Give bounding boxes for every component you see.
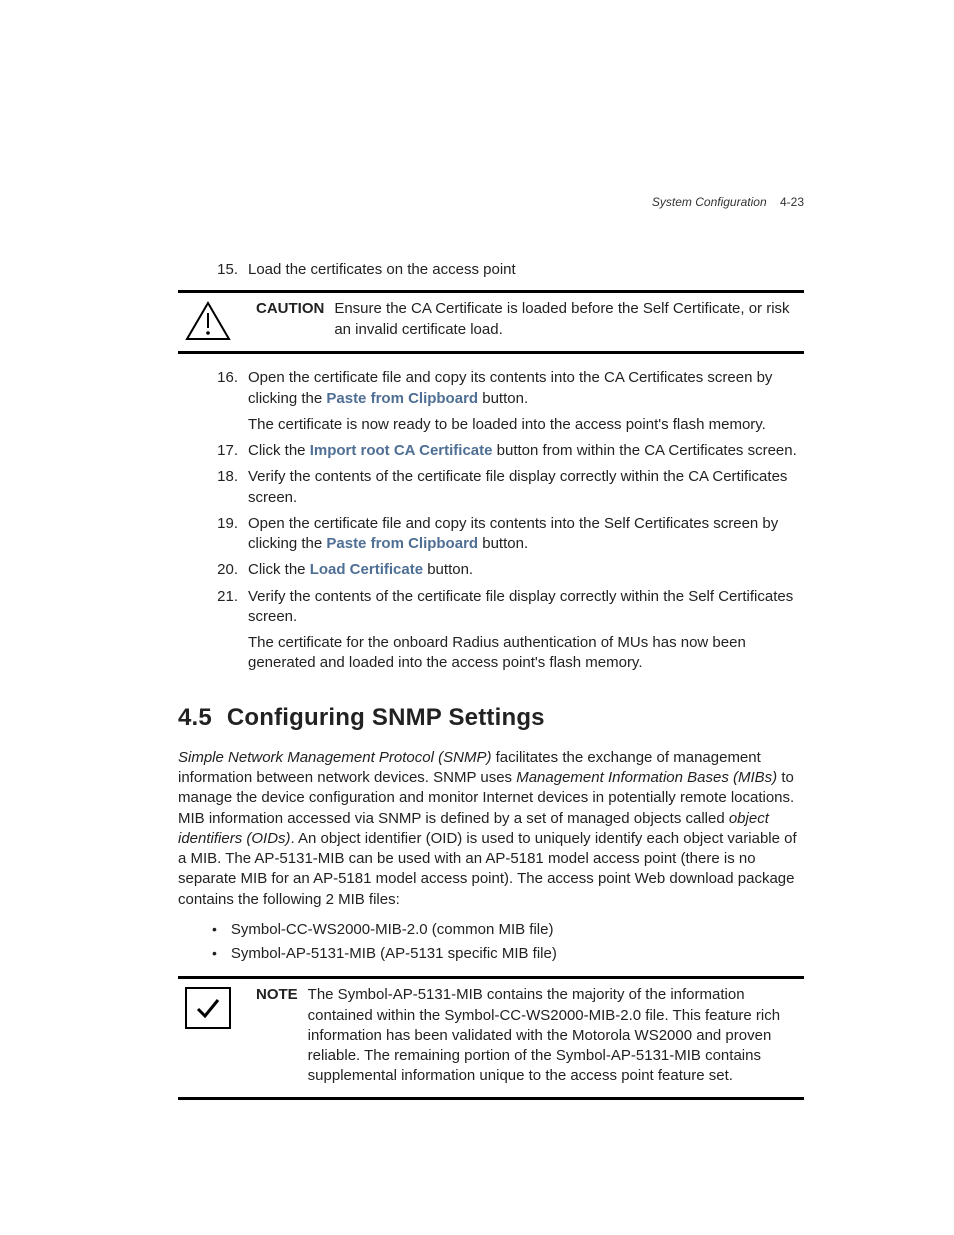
step-body: Open the certificate file and copy its c… — [248, 368, 804, 435]
step-item: 17.Click the Import root CA Certificate … — [202, 441, 804, 461]
caution-text: Ensure the CA Certificate is loaded befo… — [334, 299, 804, 340]
step-item: 15.Load the certificates on the access p… — [202, 260, 804, 280]
step-body: Verify the contents of the certificate f… — [248, 587, 804, 674]
step-body: Verify the contents of the certificate f… — [248, 467, 804, 508]
section-heading: 4.5 Configuring SNMP Settings — [178, 702, 804, 734]
page-content: 15.Load the certificates on the access p… — [178, 260, 804, 1100]
step-number: 17. — [202, 441, 248, 461]
step-number: 18. — [202, 467, 248, 508]
step-number: 19. — [202, 514, 248, 555]
step-number: 15. — [202, 260, 248, 280]
running-header: System Configuration 4-23 — [652, 195, 804, 209]
warning-icon — [178, 299, 238, 341]
step-body: Click the Import root CA Certificate but… — [248, 441, 804, 461]
step-item: 18.Verify the contents of the certificat… — [202, 467, 804, 508]
section-number: 4.5 — [178, 704, 212, 731]
step-item: 19.Open the certificate file and copy it… — [202, 514, 804, 555]
mib-bullet-list: Symbol-CC-WS2000-MIB-2.0 (common MIB fil… — [178, 920, 804, 965]
step-body: Open the certificate file and copy its c… — [248, 514, 804, 555]
step-body: Load the certificates on the access poin… — [248, 260, 804, 280]
ui-reference-link: Import root CA Certificate — [310, 442, 493, 459]
caution-label: CAUTION — [256, 299, 324, 340]
step-item: 21.Verify the contents of the certificat… — [202, 587, 804, 674]
step-list-before-caution: 15.Load the certificates on the access p… — [202, 260, 804, 280]
note-label: NOTE — [256, 985, 298, 1086]
step-number: 20. — [202, 560, 248, 580]
note-text: The Symbol-AP-5131-MIB contains the majo… — [308, 985, 804, 1086]
step-list-after-caution: 16.Open the certificate file and copy it… — [202, 368, 804, 673]
section-intro-paragraph: Simple Network Management Protocol (SNMP… — [178, 748, 804, 910]
step-number: 21. — [202, 587, 248, 674]
caution-callout: CAUTION Ensure the CA Certificate is loa… — [178, 290, 804, 354]
step-item: 20.Click the Load Certificate button. — [202, 560, 804, 580]
ui-reference-link: Load Certificate — [310, 561, 423, 578]
note-callout: NOTE The Symbol-AP-5131-MIB contains the… — [178, 976, 804, 1099]
section-title: Configuring SNMP Settings — [227, 704, 545, 731]
bullet-item: Symbol-CC-WS2000-MIB-2.0 (common MIB fil… — [178, 920, 804, 940]
note-icon — [178, 985, 238, 1029]
page: System Configuration 4-23 15.Load the ce… — [0, 0, 954, 1235]
chapter-name: System Configuration — [652, 195, 767, 209]
bullet-item: Symbol-AP-5131-MIB (AP-5131 specific MIB… — [178, 944, 804, 964]
ui-reference-link: Paste from Clipboard — [326, 535, 478, 552]
step-item: 16.Open the certificate file and copy it… — [202, 368, 804, 435]
page-number: 4-23 — [780, 195, 804, 209]
step-body: Click the Load Certificate button. — [248, 560, 804, 580]
step-number: 16. — [202, 368, 248, 435]
ui-reference-link: Paste from Clipboard — [326, 390, 478, 407]
